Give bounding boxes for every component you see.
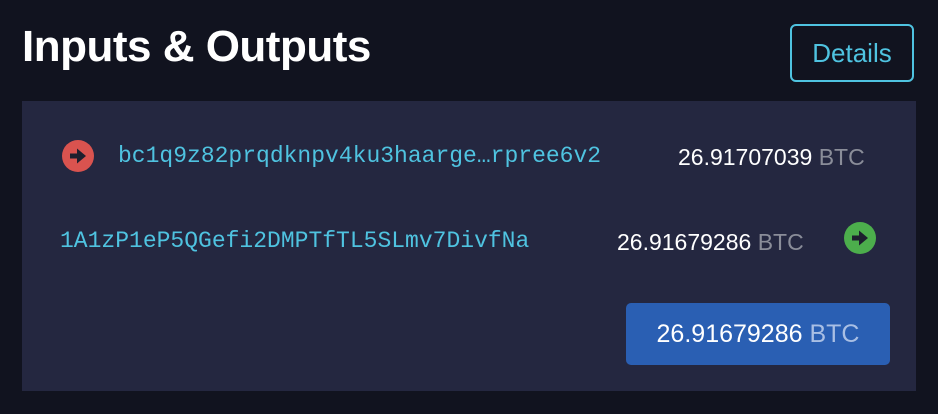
input-arrow-icon[interactable] xyxy=(62,140,94,172)
input-amount-unit: BTC xyxy=(818,144,865,170)
output-amount: 26.91679286 BTC xyxy=(617,229,804,256)
section-title: Inputs & Outputs xyxy=(22,22,371,71)
output-arrow-icon[interactable] xyxy=(844,222,876,254)
input-amount: 26.91707039 BTC xyxy=(678,144,865,171)
input-address-link[interactable]: bc1q9z82prqdknpv4ku3haarge…rpree6v2 xyxy=(118,143,601,169)
inputs-outputs-section: Inputs & Outputs Details bc1q9z82prqdknp… xyxy=(0,0,938,414)
total-amount-badge: 26.91679286 BTC xyxy=(626,303,890,365)
output-amount-value: 26.91679286 xyxy=(617,229,752,255)
details-button[interactable]: Details xyxy=(790,24,914,82)
output-row: 1A1zP1eP5QGefi2DMPTfTL5SLmv7DivfNa xyxy=(60,219,529,263)
total-amount-unit: BTC xyxy=(809,319,860,348)
input-amount-value: 26.91707039 xyxy=(678,144,813,170)
input-row: bc1q9z82prqdknpv4ku3haarge…rpree6v2 xyxy=(62,134,601,178)
total-amount-value: 26.91679286 xyxy=(656,319,803,348)
output-address-link[interactable]: 1A1zP1eP5QGefi2DMPTfTL5SLmv7DivfNa xyxy=(60,228,529,254)
io-panel: bc1q9z82prqdknpv4ku3haarge…rpree6v2 26.9… xyxy=(22,101,916,391)
output-amount-unit: BTC xyxy=(757,229,804,255)
